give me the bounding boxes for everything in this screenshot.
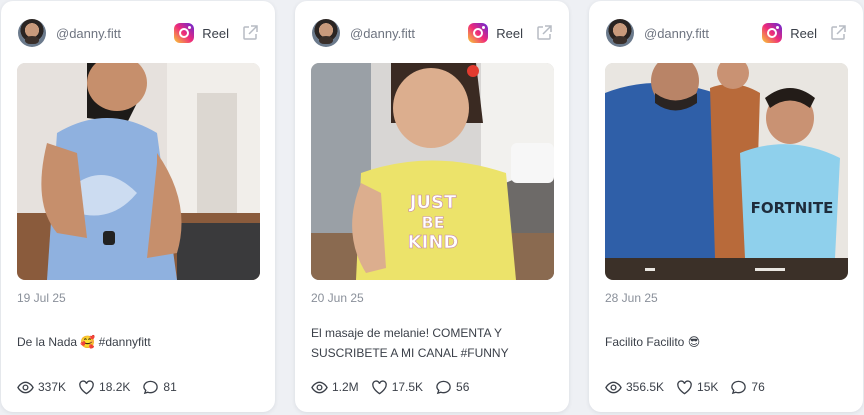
likes-stat: 17.5K xyxy=(371,379,423,396)
svg-text:KIND: KIND xyxy=(408,232,459,253)
avatar[interactable] xyxy=(18,19,46,47)
views-count: 1.2M xyxy=(332,380,359,394)
post-type-label: Reel xyxy=(496,25,523,41)
comments-stat: 81 xyxy=(142,379,177,396)
eye-icon xyxy=(311,381,328,393)
avatar[interactable] xyxy=(312,19,340,47)
external-link-icon[interactable] xyxy=(829,24,847,42)
likes-count: 18.2K xyxy=(99,380,131,394)
post-header: @danny.fitt Reel xyxy=(312,18,553,48)
heart-icon xyxy=(79,379,94,394)
heart-icon xyxy=(677,379,692,394)
svg-text:BE: BE xyxy=(421,213,444,232)
post-caption: De la Nada 🥰 #dannyfitt xyxy=(17,335,151,349)
post-date: 20 Jun 25 xyxy=(311,291,364,305)
views-count: 356.5K xyxy=(626,380,665,394)
heart-icon xyxy=(371,379,387,394)
external-link-icon[interactable] xyxy=(241,24,259,42)
post-stats: 356.5K 15K 76 xyxy=(605,377,777,397)
post-thumbnail[interactable] xyxy=(17,63,260,280)
post-type-label: Reel xyxy=(202,25,229,41)
post-card[interactable]: @danny.fitt Reel JUST BE KIND 20 Jun 25 … xyxy=(295,1,569,412)
post-date: 19 Jul 25 xyxy=(17,291,66,305)
post-header: @danny.fitt Reel xyxy=(18,18,259,48)
instagram-icon xyxy=(174,23,195,43)
comment-icon xyxy=(731,380,747,394)
eye-icon xyxy=(605,381,622,393)
views-stat: 1.2M xyxy=(311,379,359,396)
account-handle[interactable]: @danny.fitt xyxy=(350,26,415,41)
post-thumbnail[interactable]: FORTNITE xyxy=(605,63,848,280)
instagram-icon xyxy=(468,23,489,43)
views-stat: 356.5K xyxy=(605,379,664,396)
likes-count: 15K xyxy=(697,380,719,394)
post-thumbnail[interactable]: JUST BE KIND xyxy=(311,63,554,280)
post-caption: El masaje de melanie! COMENTA Y SUSCRIBE… xyxy=(311,326,509,360)
post-stats: 1.2M 17.5K 56 xyxy=(311,377,481,397)
svg-text:FORTNITE: FORTNITE xyxy=(751,199,834,217)
likes-stat: 18.2K xyxy=(78,379,130,396)
comments-stat: 56 xyxy=(435,379,469,396)
views-stat: 337K xyxy=(17,379,66,396)
post-type-label: Reel xyxy=(790,25,817,41)
external-link-icon[interactable] xyxy=(535,24,553,42)
comment-icon xyxy=(143,380,159,394)
post-card[interactable]: @danny.fitt Reel FORTNITE 28 Jun 25 Faci… xyxy=(589,1,863,412)
post-header: @danny.fitt Reel xyxy=(606,18,847,48)
comments-count: 76 xyxy=(751,380,765,394)
likes-count: 17.5K xyxy=(391,380,424,394)
likes-stat: 15K xyxy=(676,379,718,396)
comments-count: 56 xyxy=(456,380,470,394)
svg-text:JUST: JUST xyxy=(408,192,457,213)
eye-icon xyxy=(17,381,34,393)
comment-icon xyxy=(436,380,451,394)
post-date: 28 Jun 25 xyxy=(605,291,658,305)
post-card[interactable]: @danny.fitt Reel 19 Jul 25 De la Nada 🥰 … xyxy=(1,1,275,412)
post-stats: 337K 18.2K 81 xyxy=(17,377,189,397)
avatar[interactable] xyxy=(606,19,634,47)
instagram-icon xyxy=(762,23,783,43)
views-count: 337K xyxy=(38,380,67,394)
comments-stat: 76 xyxy=(730,379,765,396)
account-handle[interactable]: @danny.fitt xyxy=(644,26,709,41)
post-caption: Facilito Facilito 😎 xyxy=(605,335,701,349)
account-handle[interactable]: @danny.fitt xyxy=(56,26,121,41)
comments-count: 81 xyxy=(163,380,177,394)
